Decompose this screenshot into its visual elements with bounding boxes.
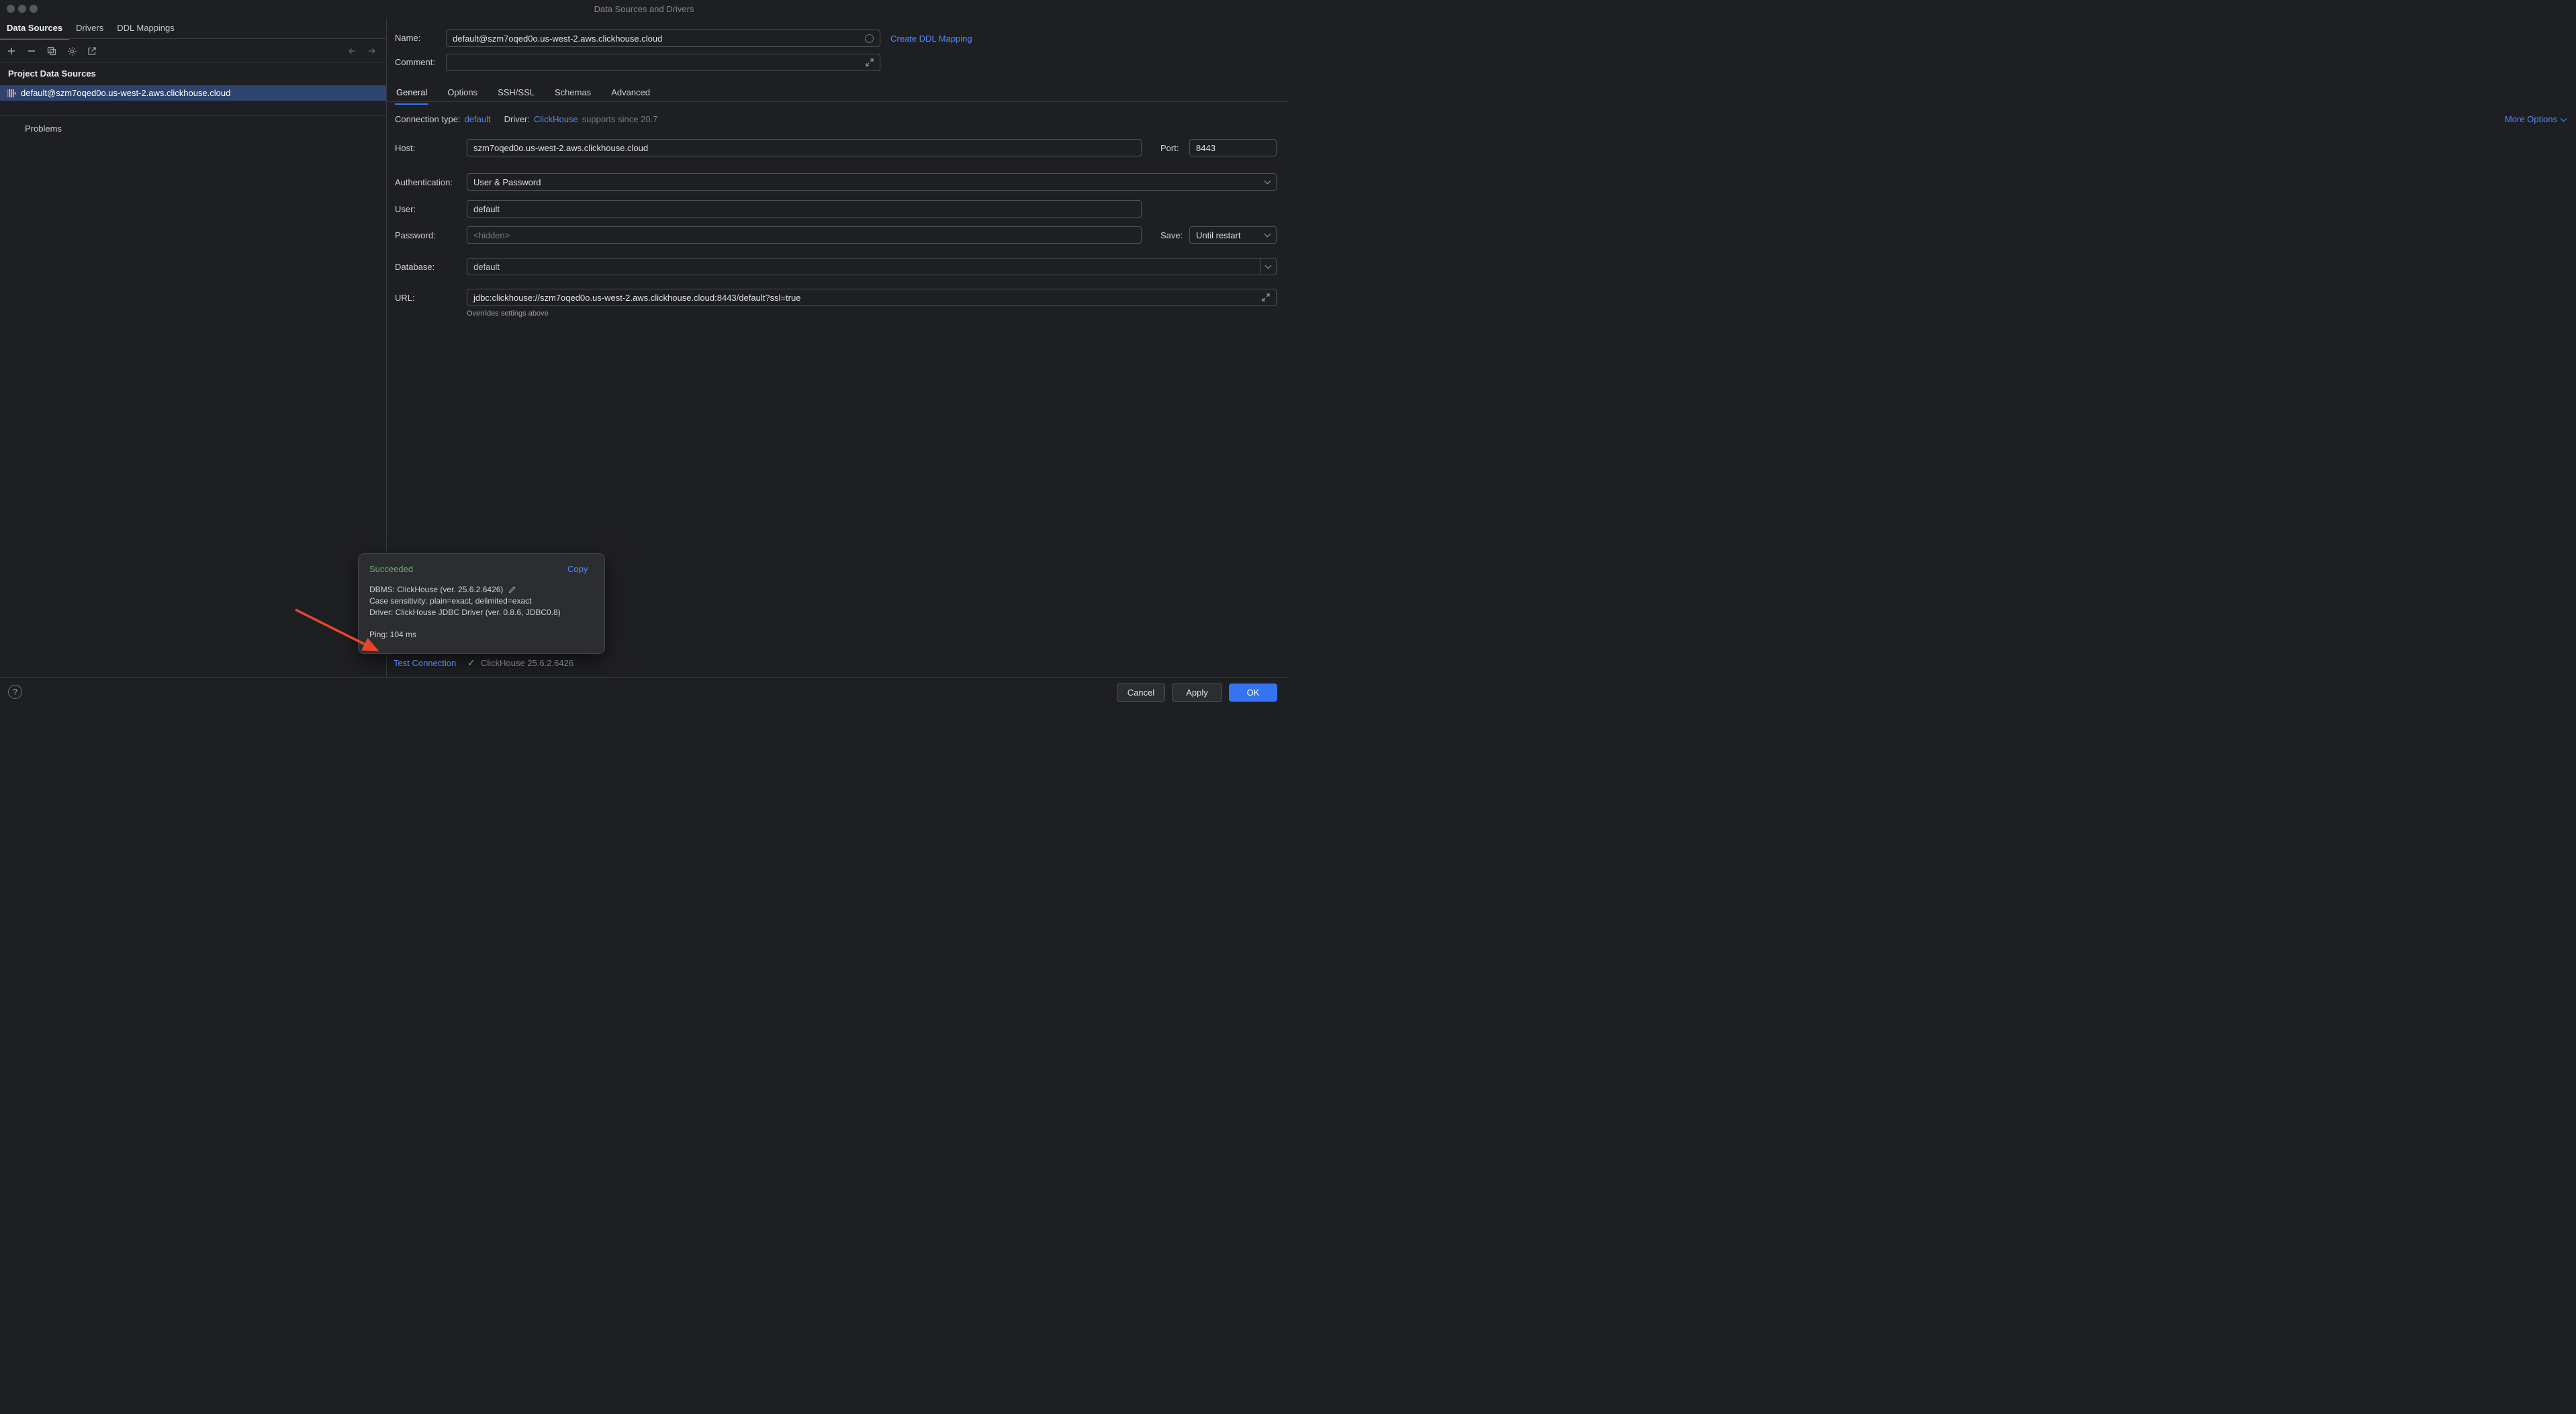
minus-icon: [27, 46, 36, 56]
copy-icon: [47, 46, 56, 56]
left-toolbar: [4, 42, 382, 60]
popup-dbms-line: DBMS: ClickHouse (ver. 25.6.2.6426): [369, 585, 516, 594]
chevron-down-icon: [1264, 231, 1271, 238]
database-combobox[interactable]: default: [467, 258, 1277, 275]
host-value: szm7oqed0o.us-west-2.aws.clickhouse.clou…: [473, 143, 648, 153]
create-ddl-mapping-link[interactable]: Create DDL Mapping: [890, 34, 972, 44]
user-input[interactable]: default: [467, 200, 1142, 218]
open-in-new-window-button[interactable]: [85, 44, 99, 58]
tab-ddl-mappings[interactable]: DDL Mappings: [110, 19, 181, 40]
tab-data-sources[interactable]: Data Sources: [0, 19, 69, 40]
popup-ping-line: Ping: 104 ms: [369, 630, 416, 639]
forward-arrow-icon: [367, 46, 377, 56]
help-button[interactable]: ?: [8, 685, 22, 699]
data-source-label: default@szm7oqed0o.us-west-2.aws.clickho…: [21, 88, 230, 98]
chevron-down-icon: [2561, 115, 2567, 122]
driver-label: Driver:: [504, 114, 530, 124]
password-input[interactable]: <hidden>: [467, 226, 1142, 244]
authentication-value: User & Password: [473, 177, 1265, 187]
apply-button[interactable]: Apply: [1172, 684, 1222, 702]
host-input[interactable]: szm7oqed0o.us-west-2.aws.clickhouse.clou…: [467, 139, 1142, 156]
save-value: Until restart: [1196, 230, 1265, 240]
popup-status: Succeeded: [369, 564, 413, 574]
connection-type-value-link[interactable]: default: [465, 114, 491, 124]
bottom-bar: ? Cancel Apply OK: [0, 677, 1288, 707]
save-select[interactable]: Until restart: [1189, 226, 1277, 244]
name-value: default@szm7oqed0o.us-west-2.aws.clickho…: [453, 34, 865, 44]
test-connection-popup: Succeeded Copy DBMS: ClickHouse (ver. 25…: [358, 553, 605, 654]
name-input[interactable]: default@szm7oqed0o.us-west-2.aws.clickho…: [446, 30, 880, 47]
success-check-icon: ✓: [467, 657, 475, 669]
clickhouse-icon: [7, 89, 16, 98]
user-value: default: [473, 204, 500, 214]
url-value: jdbc:clickhouse://szm7oqed0o.us-west-2.a…: [473, 293, 1262, 303]
remove-data-source-button[interactable]: [24, 44, 39, 58]
add-data-source-button[interactable]: [4, 44, 19, 58]
tab-drivers[interactable]: Drivers: [69, 19, 110, 40]
gear-icon: [67, 46, 77, 56]
project-data-sources-title: Project Data Sources: [8, 68, 96, 79]
plus-icon: [7, 46, 16, 56]
connection-type-row: Connection type: default Driver: ClickHo…: [395, 114, 657, 124]
connection-type-label: Connection type:: [395, 114, 461, 124]
duplicate-button[interactable]: [44, 44, 59, 58]
popup-copy-link[interactable]: Copy: [567, 564, 588, 574]
database-label: Database:: [395, 262, 434, 273]
port-label: Port:: [1160, 143, 1179, 154]
port-value: 8443: [1196, 143, 1215, 153]
popup-case-line: Case sensitivity: plain=exact, delimited…: [369, 596, 531, 606]
ok-button[interactable]: OK: [1229, 684, 1277, 702]
titlebar: Data Sources and Drivers: [0, 0, 1288, 19]
save-label: Save:: [1160, 230, 1183, 241]
popup-driver-line: Driver: ClickHouse JDBC Driver (ver. 0.8…: [369, 608, 561, 617]
more-options-dropdown[interactable]: More Options: [2505, 114, 2566, 124]
password-placeholder: <hidden>: [473, 230, 510, 240]
chevron-down-icon: [1264, 178, 1271, 185]
window-title: Data Sources and Drivers: [0, 4, 1288, 14]
help-question-icon: ?: [13, 687, 17, 697]
combo-arrow-button[interactable]: [1260, 258, 1276, 275]
back-arrow-icon: [347, 46, 357, 56]
comment-label: Comment:: [395, 57, 435, 68]
cancel-button[interactable]: Cancel: [1117, 684, 1165, 702]
host-label: Host:: [395, 143, 415, 154]
url-input[interactable]: jdbc:clickhouse://szm7oqed0o.us-west-2.a…: [467, 289, 1277, 306]
driver-value-link[interactable]: ClickHouse: [534, 114, 578, 124]
database-value: default: [473, 262, 1260, 272]
edit-pencil-icon[interactable]: [508, 585, 516, 594]
driver-note: supports since 20.7: [582, 114, 658, 124]
comment-input[interactable]: [446, 54, 880, 71]
expand-icon[interactable]: [866, 58, 874, 66]
data-source-properties-button[interactable]: [64, 44, 79, 58]
problems-section-header[interactable]: Problems: [25, 124, 62, 134]
authentication-select[interactable]: User & Password: [467, 173, 1277, 191]
data-source-list-item[interactable]: default@szm7oqed0o.us-west-2.aws.clickho…: [0, 85, 386, 101]
status-circle-icon: [865, 34, 874, 43]
back-button[interactable]: [344, 44, 359, 58]
left-panel: Data Sources Drivers DDL Mappings: [0, 19, 386, 677]
expand-icon[interactable]: [1262, 293, 1270, 301]
url-note: Overrides settings above: [467, 310, 549, 318]
left-tab-bar: Data Sources Drivers DDL Mappings: [0, 19, 386, 40]
password-label: Password:: [395, 230, 436, 241]
name-label: Name:: [395, 33, 420, 44]
forward-button[interactable]: [365, 44, 379, 58]
server-version-text: ClickHouse 25.6.2.6426: [481, 658, 573, 668]
test-connection-link[interactable]: Test Connection: [394, 658, 456, 668]
user-label: User:: [395, 204, 416, 215]
more-options-label: More Options: [2505, 114, 2557, 124]
external-link-icon: [87, 46, 97, 56]
authentication-label: Authentication:: [395, 177, 453, 188]
port-input[interactable]: 8443: [1189, 139, 1277, 156]
chevron-down-icon: [1265, 263, 1272, 269]
url-label: URL:: [395, 293, 415, 303]
